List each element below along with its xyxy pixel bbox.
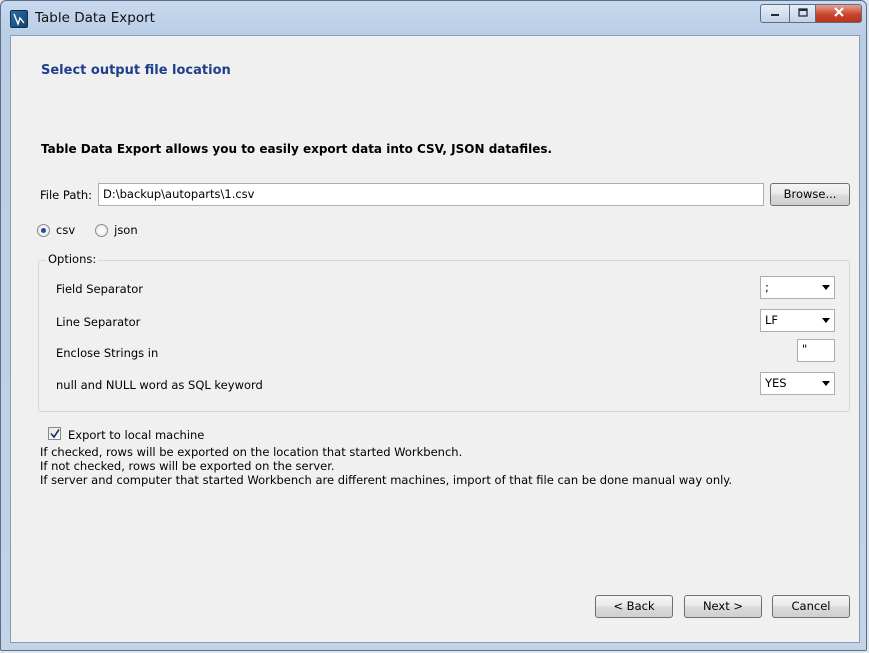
- json-radio-label[interactable]: json: [114, 223, 138, 237]
- back-button[interactable]: < Back: [595, 595, 673, 618]
- window-controls: [760, 4, 862, 24]
- file-path-input[interactable]: D:\backup\autoparts\1.csv: [98, 183, 764, 206]
- export-note-2: If not checked, rows will be exported on…: [40, 459, 335, 473]
- export-note-1: If checked, rows will be exported on the…: [40, 445, 463, 459]
- close-button[interactable]: [816, 4, 862, 23]
- options-group-label: Options:: [46, 252, 99, 266]
- field-separator-select[interactable]: ;: [760, 276, 835, 299]
- page-heading: Select output file location: [41, 63, 231, 78]
- null-keyword-select[interactable]: YES: [760, 372, 835, 395]
- line-separator-value: LF: [765, 313, 779, 327]
- csv-radio-label[interactable]: csv: [56, 223, 75, 237]
- format-radio-group: csv json: [37, 223, 138, 237]
- null-keyword-value: YES: [765, 376, 787, 390]
- intro-text: Table Data Export allows you to easily e…: [41, 142, 553, 156]
- title-bar[interactable]: Table Data Export: [1, 1, 868, 35]
- checkmark-icon: [50, 429, 60, 439]
- csv-radio[interactable]: [37, 223, 50, 237]
- json-radio[interactable]: [95, 223, 109, 237]
- workbench-app-icon: [10, 10, 28, 28]
- chevron-down-icon: [822, 318, 830, 323]
- null-keyword-label: null and NULL word as SQL keyword: [56, 378, 263, 392]
- minimize-icon: [761, 6, 789, 22]
- enclose-strings-input[interactable]: ": [797, 339, 835, 362]
- maximize-button[interactable]: [789, 4, 816, 23]
- line-separator-label: Line Separator: [56, 315, 141, 329]
- line-separator-select[interactable]: LF: [760, 309, 835, 332]
- next-button[interactable]: Next >: [684, 595, 762, 618]
- close-icon: [816, 6, 861, 23]
- file-path-label: File Path:: [40, 188, 93, 202]
- field-separator-value: ;: [765, 280, 769, 294]
- dialog-window: Table Data Export Select output file loc…: [0, 0, 867, 651]
- chevron-down-icon: [822, 381, 830, 386]
- chevron-down-icon: [822, 285, 830, 290]
- field-separator-label: Field Separator: [56, 282, 143, 296]
- window-title: Table Data Export: [35, 10, 155, 26]
- enclose-strings-label: Enclose Strings in: [56, 346, 159, 360]
- cancel-button[interactable]: Cancel: [772, 595, 850, 618]
- export-note-3: If server and computer that started Work…: [40, 473, 733, 487]
- export-local-label[interactable]: Export to local machine: [68, 428, 204, 442]
- dialog-content: Select output file location Table Data E…: [10, 35, 860, 643]
- maximize-icon: [790, 6, 815, 22]
- browse-button[interactable]: Browse...: [770, 183, 850, 206]
- minimize-button[interactable]: [760, 4, 789, 23]
- export-local-checkbox[interactable]: [48, 427, 61, 440]
